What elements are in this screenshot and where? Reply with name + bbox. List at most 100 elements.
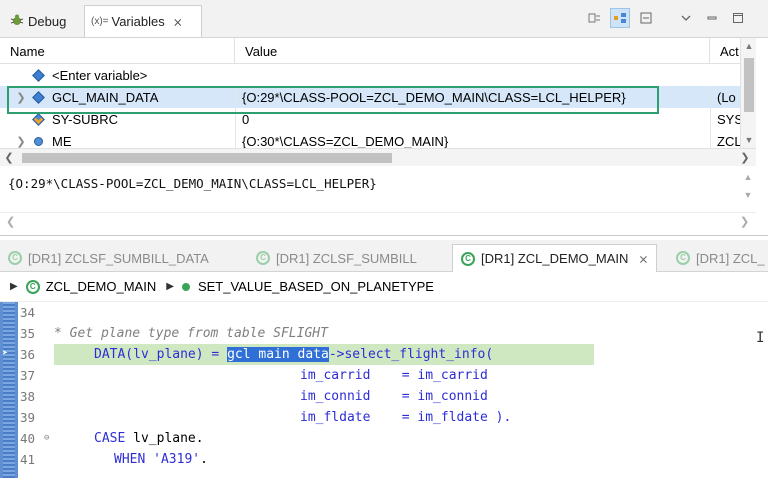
line-number: 34 [20, 305, 36, 320]
scroll-left-icon[interactable]: ❮ [6, 215, 15, 228]
tab-debug[interactable]: Debug [4, 6, 84, 36]
detail-vertical-scrollbar[interactable]: ▲ ▼ [740, 166, 756, 216]
line-number: 37 [20, 368, 36, 383]
variable-name: GCL_MAIN_DATA [52, 89, 159, 105]
code-token: ->select_flight_info( [328, 347, 494, 362]
expand-icon[interactable]: ❯ [14, 91, 28, 104]
view-menu-icon[interactable] [676, 8, 696, 28]
variable-name: <Enter variable> [52, 67, 148, 83]
table-row[interactable]: ❯ GCL_MAIN_DATA {O:29*\CLASS-POOL=ZCL_DE… [0, 86, 740, 108]
scrollbar-thumb[interactable] [22, 153, 392, 163]
fold-icon[interactable]: ⊖ [44, 433, 49, 443]
scroll-left-icon[interactable]: ❮ [2, 151, 16, 164]
code-line: im_fldate = im_fldate ). [54, 407, 511, 428]
variable-value: {O:29*\CLASS-POOL=ZCL_DEMO_MAIN\CLASS=LC… [235, 86, 710, 108]
expand-icon[interactable]: ❯ [14, 135, 28, 148]
editor-tab[interactable]: C [DR1] ZCLSF_SUMBILL [256, 244, 417, 272]
variables-table: <Enter variable> ❯ GCL_MAIN_DATA {O:29*\… [0, 64, 740, 148]
variable-name: ME [52, 133, 72, 149]
class-icon: C [256, 251, 270, 265]
code-line: im_connid = im_connid [300, 389, 488, 404]
code-line: CASE lv_plane. [54, 428, 204, 449]
tab-debug-label: Debug [28, 13, 67, 29]
variables-icon: (x)= [91, 16, 109, 27]
code-token: lv_plane. [125, 431, 204, 446]
scrollbar-thumb[interactable] [744, 58, 754, 112]
close-icon[interactable]: ⨯ [173, 15, 183, 29]
vertical-scrollbar[interactable]: ▲ ▼ [740, 38, 756, 148]
instruction-pointer-icon: ➤ [2, 348, 9, 359]
scroll-up-icon[interactable]: ▲ [743, 40, 755, 52]
text-cursor-icon: I [756, 330, 765, 346]
line-number: 39 [20, 410, 36, 425]
detail-horizontal-scrollbar[interactable]: ❮ ❯ [0, 212, 756, 230]
maximize-icon[interactable] [728, 8, 748, 28]
editor-tab-label: [DR1] ZCLSF_SUMBILL [276, 250, 417, 266]
class-icon: C [461, 251, 475, 266]
breadcrumb-method[interactable]: SET_VALUE_BASED_ON_PLANETYPE [198, 279, 434, 294]
code-line: * Get plane type from table SFLIGHT [54, 326, 328, 341]
code-line: DATA(lv_plane) = gcl main data->select_f… [54, 344, 493, 365]
keyword-token: CASE [94, 431, 126, 446]
breadcrumb-class[interactable]: ZCL_DEMO_MAIN [46, 279, 157, 294]
tab-variables[interactable]: (x)= Variables ⨯ [84, 5, 202, 37]
column-header-name[interactable]: Name [0, 38, 235, 64]
system-variable-icon [32, 112, 45, 126]
line-number: 36 [20, 347, 36, 362]
scroll-right-icon[interactable]: ❯ [740, 215, 749, 228]
close-icon[interactable]: ⨯ [638, 252, 648, 266]
detail-pane[interactable]: {O:29*\CLASS-POOL=ZCL_DEMO_MAIN\CLASS=LC… [0, 166, 756, 234]
selected-token: gcl main data [227, 347, 329, 362]
table-row[interactable]: <Enter variable> [0, 64, 740, 86]
table-header: Name Value Act [0, 38, 740, 64]
debug-ruler[interactable] [0, 302, 18, 478]
collapse-icon[interactable] [636, 8, 656, 28]
class-icon: C [8, 251, 22, 265]
line-number: 38 [20, 389, 36, 404]
scroll-right-icon[interactable]: ❯ [738, 151, 752, 164]
editor-tab-label: [DR1] ZCLSF_SUMBILL_DATA [28, 250, 209, 266]
editor-tab[interactable]: C [DR1] ZCLSF_SUMBILL_DATA [8, 244, 209, 272]
view-tabbar: Debug (x)= Variables ⨯ [0, 0, 768, 38]
minimize-icon[interactable] [702, 8, 722, 28]
column-header-value[interactable]: Value [235, 38, 710, 64]
code-line: WHEN 'A319'. [54, 449, 208, 470]
scroll-down-icon[interactable]: ▼ [743, 134, 755, 146]
code-token: ). [495, 410, 512, 425]
code-token: . [200, 452, 208, 467]
variable-icon [32, 90, 45, 104]
variable-actual-type: SYS [710, 108, 740, 130]
collapse-all-icon[interactable] [584, 8, 604, 28]
editor-tab-active[interactable]: C [DR1] ZCL_DEMO_MAIN ⨯ [452, 244, 658, 272]
method-icon [181, 282, 190, 291]
line-number: 35 [20, 326, 36, 341]
variable-value: {O:30*\CLASS=ZCL_DEMO_MAIN} [235, 130, 710, 148]
table-row[interactable]: SY-SUBRC 0 SYS [0, 108, 740, 130]
editor-tabbar: C [DR1] ZCLSF_SUMBILL_DATA C [DR1] ZCLSF… [0, 240, 768, 272]
editor-tab-label: [DR1] ZCL_ [696, 250, 765, 266]
breadcrumb: ▶ C ZCL_DEMO_MAIN ▶ SET_VALUE_BASED_ON_P… [0, 272, 768, 302]
variable-name: SY-SUBRC [52, 111, 118, 127]
table-row[interactable]: ❯ ME {O:30*\CLASS=ZCL_DEMO_MAIN} ZCL [0, 130, 740, 148]
detail-value-text: {O:29*\CLASS-POOL=ZCL_DEMO_MAIN\CLASS=LC… [8, 176, 377, 191]
variables-view: Debug (x)= Variables ⨯ Name Value Act <E… [0, 0, 768, 236]
code-token: im_fldate = im_fldate [300, 410, 496, 425]
show-type-names-icon[interactable] [610, 8, 630, 28]
editor-tab-label: [DR1] ZCL_DEMO_MAIN [481, 251, 629, 266]
column-header-actual-type[interactable]: Act [710, 38, 740, 64]
object-icon [34, 136, 43, 146]
chevron-right-icon[interactable]: ▶ [166, 281, 174, 292]
bug-icon [10, 13, 24, 30]
editor-tab[interactable]: C [DR1] ZCL_ [676, 244, 765, 272]
variable-value: 0 [235, 108, 710, 130]
horizontal-scrollbar[interactable]: ❮ ❯ [0, 148, 756, 166]
string-token: 'A319' [145, 452, 201, 467]
variable-icon [32, 68, 45, 82]
tab-variables-label: Variables [111, 14, 165, 29]
code-line: im_carrid = im_carrid [300, 368, 488, 383]
class-icon: C [25, 279, 40, 294]
chevron-right-icon[interactable]: ▶ [10, 281, 18, 292]
code-token: DATA(lv_plane) = [94, 347, 228, 362]
code-editor[interactable]: ➤ 34 35 36 37 38 39 40 41 ⊖ * Get plane … [0, 302, 768, 478]
keyword-token: WHEN [114, 452, 146, 467]
